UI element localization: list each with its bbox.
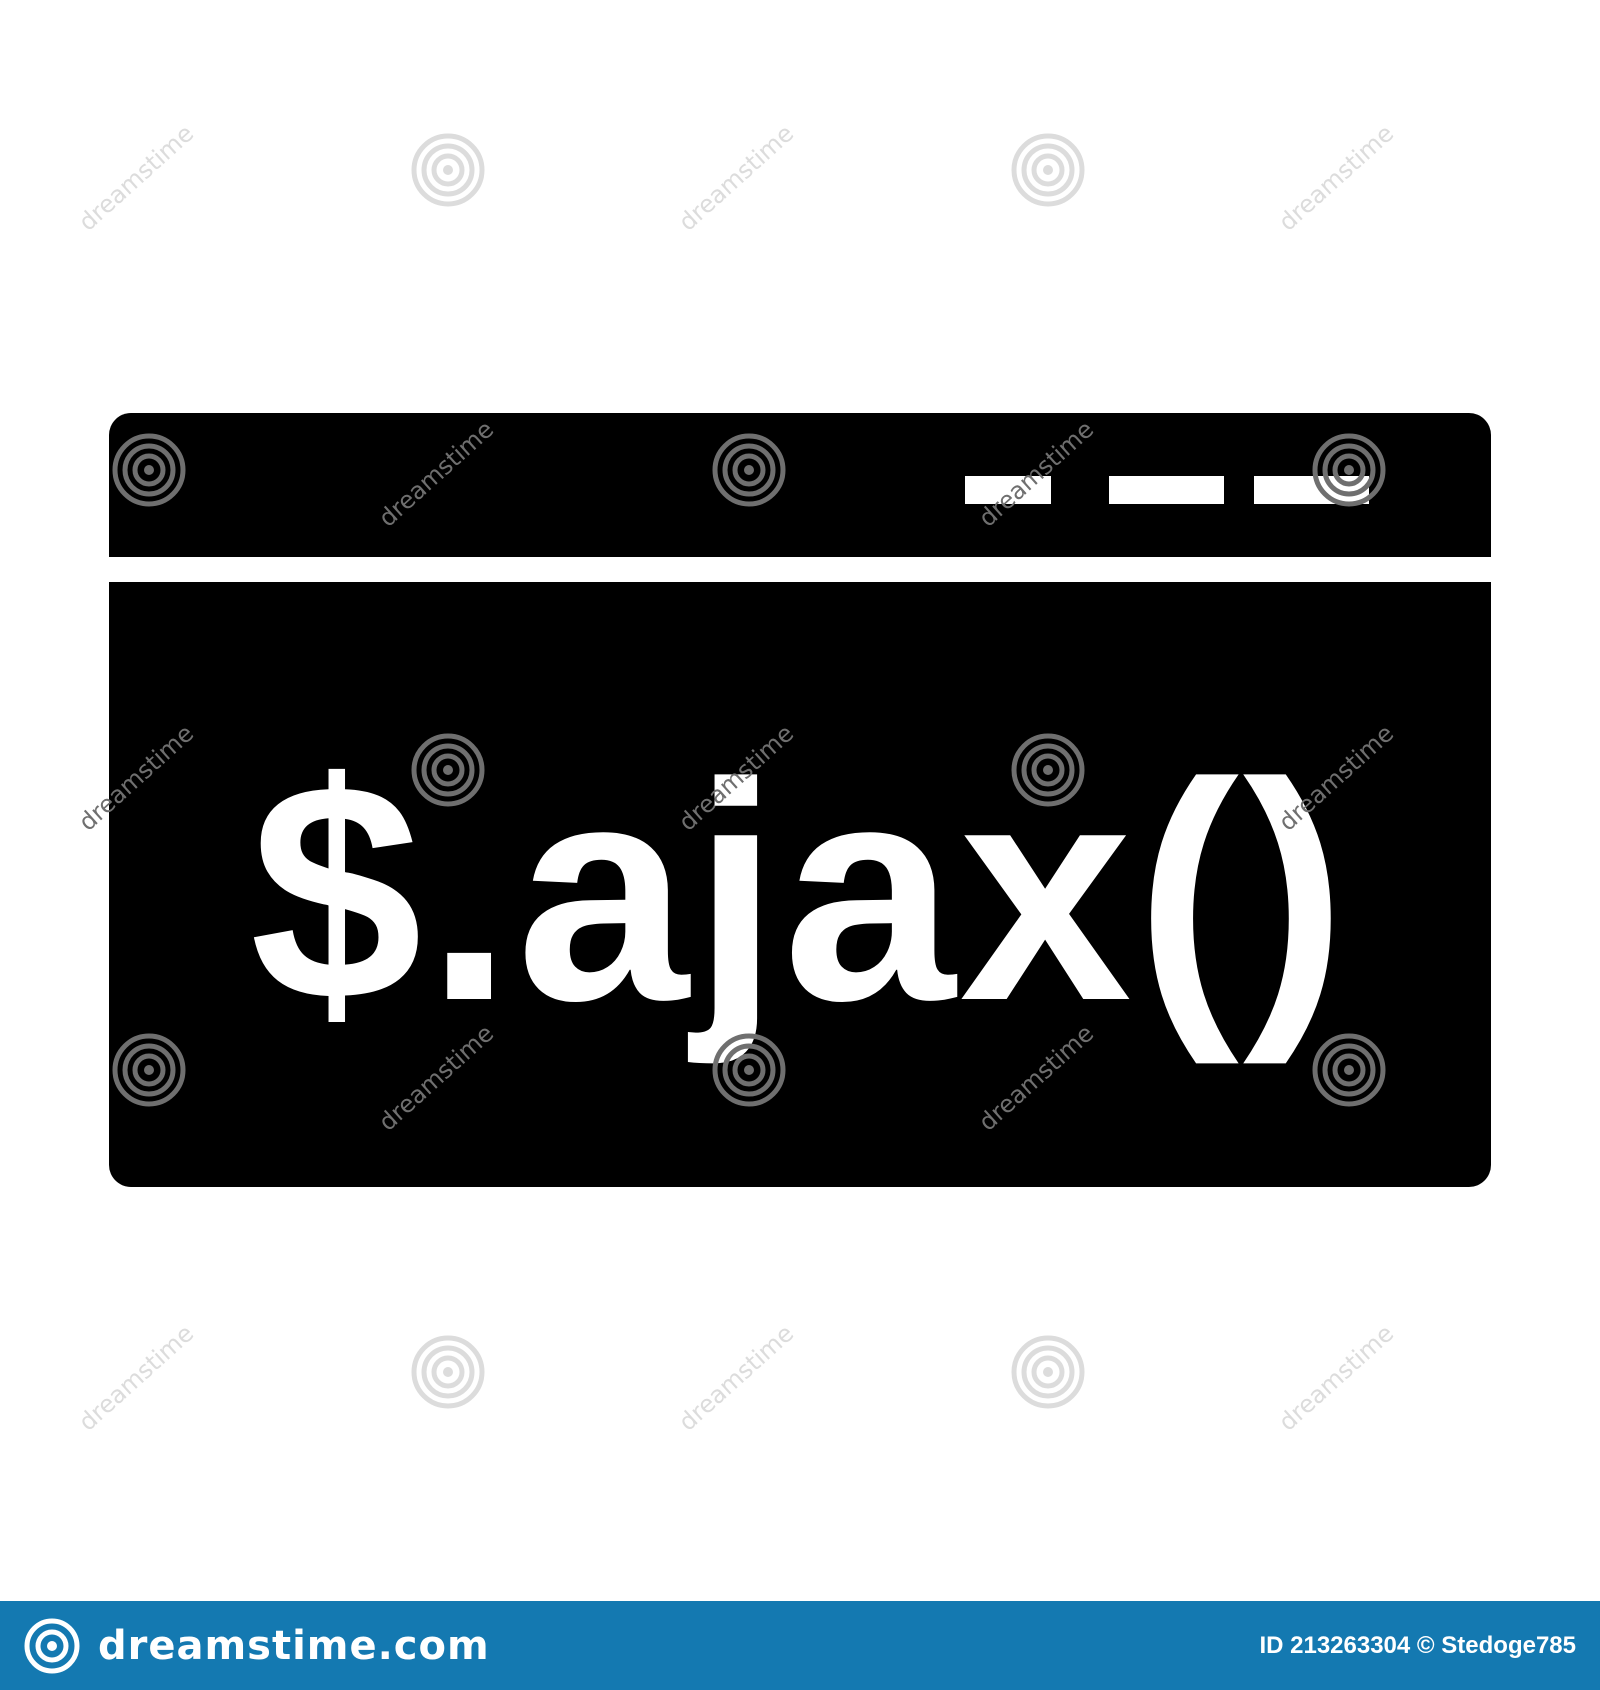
dreamstime-spiral-icon: [24, 1618, 80, 1673]
footer-credit: ID 213263304 © Stedoge785: [1259, 1631, 1576, 1659]
spiral-icon: [1011, 1335, 1085, 1409]
watermark-text: dreamstime: [73, 1319, 199, 1436]
footer-brand: dreamstime.com: [98, 1622, 490, 1669]
titlebar-dash: [1254, 476, 1369, 504]
ajax-code-label: $.ajax(): [249, 717, 1351, 1065]
watermark-text: dreamstime: [673, 1319, 799, 1436]
watermark-text: dreamstime: [1273, 119, 1399, 236]
watermark-text: dreamstime: [673, 119, 799, 236]
watermark-text: dreamstime: [73, 119, 199, 236]
stock-image-canvas: $.ajax() dreamstime dreamstime dreamstime d…: [0, 0, 1600, 1690]
titlebar-dash: [1109, 476, 1224, 504]
watermark-text: dreamstime: [1273, 1319, 1399, 1436]
spiral-icon: [1011, 133, 1085, 207]
spiral-icon: [411, 1335, 485, 1409]
footer-bar: dreamstime.com ID 213263304 © Stedoge785: [0, 1601, 1600, 1690]
spiral-icon: [411, 133, 485, 207]
titlebar-dash: [965, 476, 1051, 504]
